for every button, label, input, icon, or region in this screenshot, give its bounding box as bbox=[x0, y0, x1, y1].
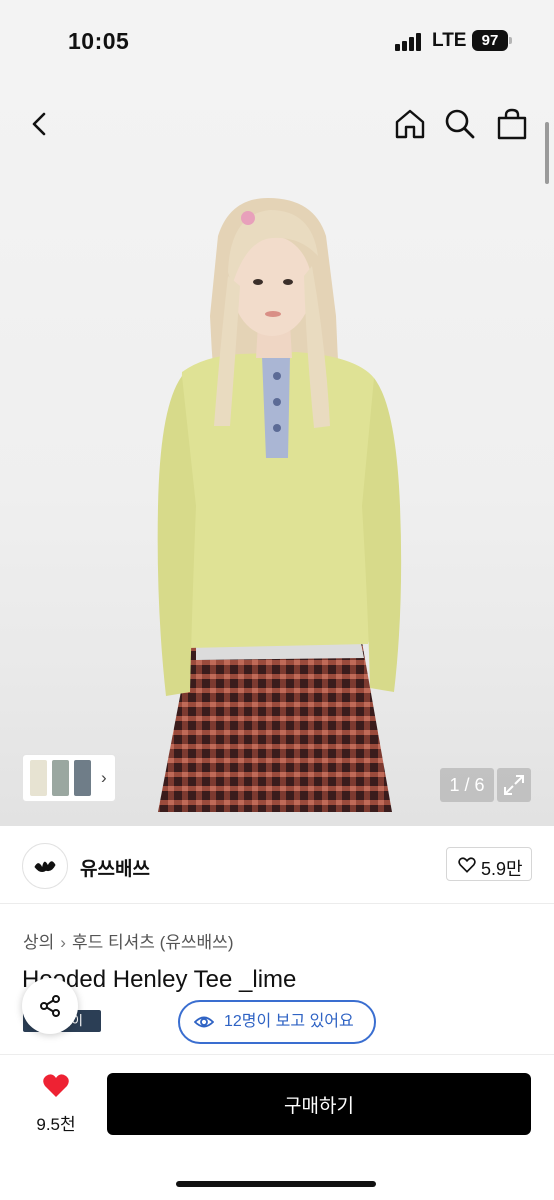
breadcrumb-item-1[interactable]: 상의 bbox=[23, 933, 54, 952]
shop-logo-icon bbox=[34, 861, 56, 873]
battery-cap bbox=[509, 37, 512, 44]
breadcrumb-item-2[interactable]: 후드 티셔츠 (유쓰배쓰) bbox=[72, 933, 234, 952]
wish-button[interactable]: 9.5천 bbox=[28, 1073, 84, 1134]
eye-icon bbox=[194, 1016, 214, 1028]
back-button[interactable] bbox=[22, 106, 58, 142]
home-icon bbox=[395, 109, 425, 139]
heart-outline-icon bbox=[458, 857, 476, 873]
bottom-bar: 9.5천 구매하기 bbox=[0, 1055, 554, 1200]
network-label: LTE bbox=[432, 30, 467, 51]
home-indicator[interactable] bbox=[176, 1181, 376, 1187]
shop-logo[interactable] bbox=[22, 843, 68, 889]
share-icon bbox=[40, 995, 60, 1017]
signal-icon bbox=[395, 33, 425, 51]
shop-like-count: 5.9만 bbox=[481, 859, 523, 879]
page-counter: 1 / 6 bbox=[440, 768, 494, 802]
heart-filled-icon bbox=[43, 1074, 69, 1097]
expand-button[interactable] bbox=[497, 768, 531, 802]
product-photo[interactable] bbox=[0, 86, 554, 826]
thumbnail-strip[interactable]: › bbox=[22, 754, 116, 802]
chevron-right-icon: › bbox=[60, 933, 66, 952]
back-icon bbox=[32, 112, 46, 136]
shop-name[interactable]: 유쓰배쓰 bbox=[80, 854, 150, 881]
viewers-text: 12명이 보고 있어요 bbox=[224, 1013, 354, 1030]
wish-count: 9.5천 bbox=[36, 1115, 76, 1134]
search-icon bbox=[445, 109, 475, 139]
shop-like-button[interactable]: 5.9만 bbox=[446, 847, 532, 881]
home-button[interactable] bbox=[392, 106, 428, 142]
status-time: 10:05 bbox=[68, 28, 130, 54]
shop-row: 유쓰배쓰 5.9만 bbox=[0, 826, 554, 904]
product-gallery[interactable]: › 1 / 6 bbox=[0, 86, 554, 826]
breadcrumb: 상의 › 후드 티셔츠 (유쓰배쓰) bbox=[23, 928, 233, 953]
status-bar: 10:05 LTE 97 bbox=[0, 0, 554, 86]
viewers-pill: 12명이 보고 있어요 bbox=[178, 1000, 376, 1044]
share-button[interactable] bbox=[22, 978, 78, 1034]
search-button[interactable] bbox=[442, 106, 478, 142]
expand-icon bbox=[504, 775, 524, 795]
buy-button[interactable]: 구매하기 bbox=[107, 1073, 531, 1135]
shopping-bag-icon bbox=[497, 108, 527, 140]
chevron-right-icon: › bbox=[101, 768, 107, 787]
scroll-indicator[interactable] bbox=[545, 122, 549, 184]
thumbnail-1[interactable] bbox=[30, 760, 47, 796]
thumbnail-2[interactable] bbox=[52, 760, 69, 796]
cart-button[interactable] bbox=[494, 106, 530, 142]
thumbnail-3[interactable] bbox=[74, 760, 91, 796]
battery-icon: 97 bbox=[472, 30, 508, 51]
